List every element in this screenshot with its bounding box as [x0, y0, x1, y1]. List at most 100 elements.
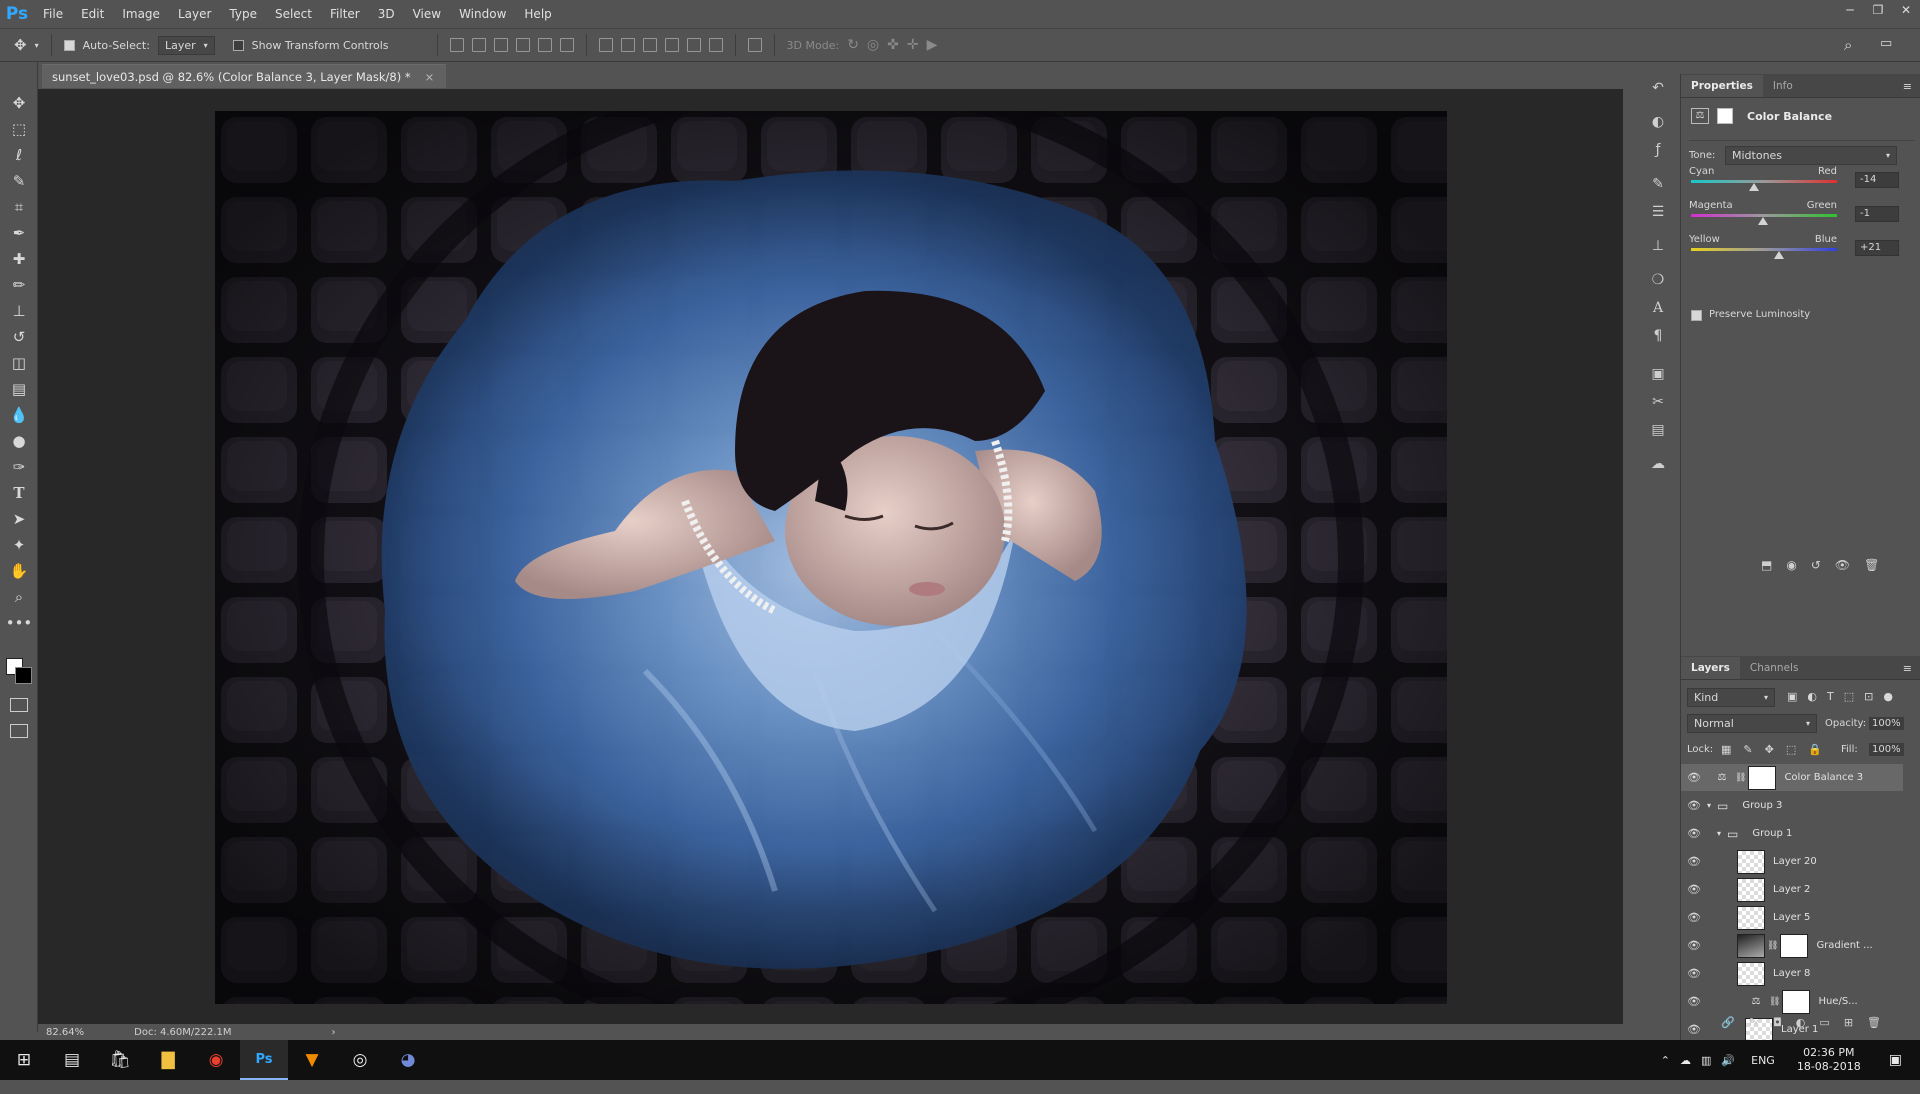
- layer-row[interactable]: 👁 ▾ ▭ Group 1: [1681, 820, 1903, 847]
- adjustments-panel-icon[interactable]: ◐: [1640, 108, 1676, 136]
- chevron-right-icon[interactable]: ›: [332, 1027, 336, 1038]
- distribute-bottom-icon[interactable]: [642, 38, 657, 52]
- view-previous-icon[interactable]: ◉: [1786, 558, 1796, 572]
- layer-name[interactable]: Group 1: [1752, 828, 1792, 839]
- clone-stamp-tool-icon[interactable]: ⊥: [0, 298, 38, 324]
- slider-track[interactable]: [1691, 248, 1837, 251]
- distribute-top-icon[interactable]: [598, 38, 613, 52]
- menu-help[interactable]: Help: [515, 0, 560, 28]
- photoshop-icon[interactable]: Ps: [240, 1040, 288, 1080]
- restore-icon[interactable]: ❐: [1864, 0, 1892, 20]
- layer-style-icon[interactable]: fx: [1749, 1016, 1759, 1029]
- align-top-icon[interactable]: [449, 38, 464, 52]
- tray-overflow-icon[interactable]: ⌃: [1661, 1054, 1670, 1067]
- more-tools-icon[interactable]: •••: [0, 610, 38, 636]
- menu-image[interactable]: Image: [113, 0, 169, 28]
- slider-thumb[interactable]: [1774, 251, 1785, 259]
- chevron-down-icon[interactable]: ▾: [1717, 829, 1721, 838]
- onedrive-icon[interactable]: ☁: [1680, 1054, 1691, 1067]
- hand-tool-icon[interactable]: ✋: [0, 558, 38, 584]
- tab-channels[interactable]: Channels: [1740, 657, 1809, 679]
- layer-row[interactable]: 👁 Layer 2: [1681, 876, 1903, 903]
- distribute-hcenter-icon[interactable]: [686, 38, 701, 52]
- tab-info[interactable]: Info: [1763, 75, 1803, 97]
- task-view-icon[interactable]: ▤: [48, 1040, 96, 1080]
- layer-name[interactable]: Gradient ...: [1816, 940, 1872, 951]
- layer-row[interactable]: 👁 Layer 5: [1681, 904, 1903, 931]
- dodge-tool-icon[interactable]: ●: [0, 428, 38, 454]
- menu-filter[interactable]: Filter: [321, 0, 369, 28]
- distribute-vcenter-icon[interactable]: [620, 38, 635, 52]
- layer-mask-thumbnail[interactable]: [1782, 989, 1811, 1014]
- visibility-eye-icon[interactable]: 👁: [1681, 883, 1707, 896]
- visibility-eye-icon[interactable]: 👁: [1681, 967, 1707, 980]
- path-selection-tool-icon[interactable]: ➤: [0, 506, 38, 532]
- slider-thumb[interactable]: [1748, 183, 1759, 191]
- visibility-eye-icon[interactable]: 👁: [1681, 827, 1707, 840]
- filter-shape-icon[interactable]: ⬚: [1844, 690, 1854, 703]
- lock-pixels-icon[interactable]: ✎: [1743, 743, 1752, 756]
- move-tool-icon[interactable]: ✥: [0, 90, 38, 116]
- tool-preset-chevron-icon[interactable]: ▾: [35, 41, 39, 50]
- zoom-level[interactable]: 82.64%: [46, 1027, 84, 1038]
- zoom-tool-icon[interactable]: ⌕: [0, 584, 38, 610]
- auto-select-checkbox[interactable]: [63, 39, 75, 51]
- layer-name[interactable]: Layer 5: [1773, 912, 1810, 923]
- background-color-swatch[interactable]: [15, 667, 32, 684]
- 3d-roll-icon[interactable]: ◎: [867, 37, 879, 53]
- menu-layer[interactable]: Layer: [169, 0, 220, 28]
- slider-value-field[interactable]: -14: [1855, 172, 1899, 188]
- document-tab[interactable]: sunset_love03.psd @ 82.6% (Color Balance…: [42, 64, 447, 88]
- filter-adjustment-icon[interactable]: ◐: [1807, 690, 1817, 703]
- libraries-panel-icon[interactable]: ▣: [1640, 360, 1676, 388]
- minimize-icon[interactable]: ─: [1836, 0, 1864, 20]
- menu-view[interactable]: View: [404, 0, 450, 28]
- layer-mask-thumbnail[interactable]: [1748, 765, 1777, 790]
- store-icon[interactable]: 🛍: [96, 1040, 144, 1080]
- align-bottom-icon[interactable]: [493, 38, 508, 52]
- pen-tool-icon[interactable]: ✑: [0, 454, 38, 480]
- layer-name[interactable]: Group 3: [1742, 800, 1782, 811]
- layer-row[interactable]: 👁 ▾ ▭ Group 3: [1681, 792, 1903, 819]
- workspace-icon[interactable]: ▭: [1880, 36, 1892, 51]
- add-mask-icon[interactable]: ◘: [1773, 1016, 1782, 1029]
- visibility-eye-icon[interactable]: 👁: [1681, 799, 1707, 812]
- visibility-eye-icon[interactable]: 👁: [1681, 939, 1707, 952]
- volume-icon[interactable]: 🔊: [1721, 1054, 1735, 1067]
- menu-type[interactable]: Type: [220, 0, 266, 28]
- screen-mode-icon[interactable]: [10, 724, 28, 738]
- layer-row[interactable]: 👁 Layer 8: [1681, 960, 1903, 987]
- align-hcenter-icon[interactable]: [537, 38, 552, 52]
- new-layer-icon[interactable]: ⊞: [1844, 1016, 1853, 1029]
- new-adjustment-icon[interactable]: ◐: [1796, 1016, 1806, 1029]
- filter-pixel-icon[interactable]: ▣: [1787, 690, 1797, 703]
- layer-row[interactable]: 👁 ⚖ ⛓ Hue/S...: [1681, 988, 1903, 1015]
- filter-smart-object-icon[interactable]: ⊡: [1864, 690, 1873, 703]
- delete-layer-icon[interactable]: 🗑: [1867, 1016, 1881, 1029]
- quick-select-tool-icon[interactable]: ✎: [0, 168, 38, 194]
- tool-presets-icon[interactable]: ✂: [1640, 388, 1676, 416]
- gradient-tool-icon[interactable]: ▤: [0, 376, 38, 402]
- lock-position-icon[interactable]: ✥: [1765, 743, 1774, 756]
- layer-thumbnail[interactable]: [1737, 961, 1765, 986]
- close-document-icon[interactable]: ×: [425, 70, 435, 84]
- layer-row[interactable]: 👁 Layer 20: [1681, 848, 1903, 875]
- align-vcenter-icon[interactable]: [471, 38, 486, 52]
- marquee-tool-icon[interactable]: ⬚: [0, 116, 38, 142]
- layer-mask-icon[interactable]: [1717, 108, 1733, 124]
- layer-name[interactable]: Layer 8: [1773, 968, 1810, 979]
- lock-artboard-icon[interactable]: ⬚: [1786, 743, 1796, 756]
- 3d-rotate-icon[interactable]: ↻: [847, 37, 859, 53]
- menu-select[interactable]: Select: [266, 0, 321, 28]
- visibility-eye-icon[interactable]: 👁: [1681, 855, 1707, 868]
- link-layers-icon[interactable]: 🔗: [1721, 1016, 1735, 1029]
- lock-all-icon[interactable]: 🔒: [1808, 743, 1822, 756]
- healing-brush-tool-icon[interactable]: ✚: [0, 246, 38, 272]
- 3d-panel-icon[interactable]: ❍: [1640, 266, 1676, 294]
- layer-row[interactable]: 👁 ⛓ Gradient ...: [1681, 932, 1903, 959]
- clone-source-icon[interactable]: ⊥: [1640, 232, 1676, 260]
- custom-shape-tool-icon[interactable]: ✦: [0, 532, 38, 558]
- network-icon[interactable]: ▥: [1701, 1054, 1711, 1067]
- discord-icon[interactable]: ◕: [384, 1040, 432, 1080]
- visibility-eye-icon[interactable]: 👁: [1681, 771, 1707, 784]
